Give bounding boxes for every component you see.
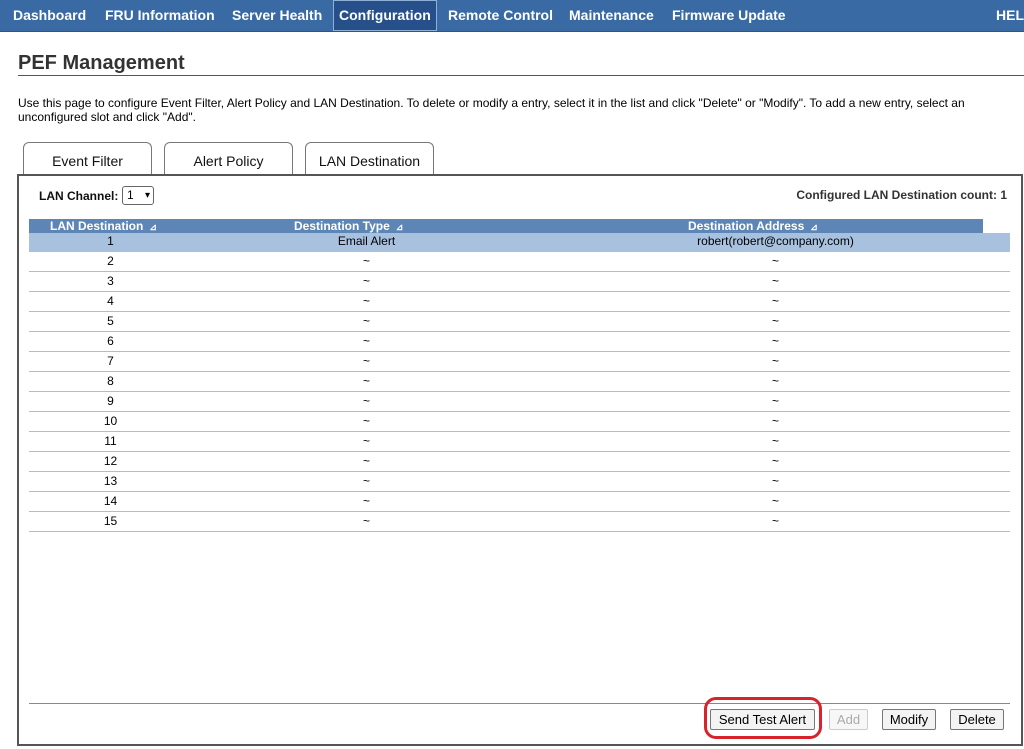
tab-event-filter[interactable]: Event Filter (23, 142, 152, 174)
cell-destination-type: ~ (362, 454, 370, 468)
chevron-down-icon: ▾ (144, 190, 150, 201)
delete-button[interactable]: Delete (950, 709, 1004, 730)
table-row[interactable]: 1 Email Alert robert(robert@company.com) (29, 233, 1010, 252)
cell-lan-destination: 7 (107, 354, 114, 368)
cell-destination-address: ~ (771, 454, 779, 468)
column-header-label: Destination Address (688, 219, 805, 233)
table-row[interactable]: 8 ~ ~ (29, 372, 1010, 392)
cell-destination-address: ~ (771, 514, 779, 528)
cell-destination-type: Email Alert (337, 234, 396, 248)
cell-lan-destination: 2 (107, 254, 114, 268)
cell-destination-type: ~ (362, 414, 370, 428)
cell-destination-type: ~ (362, 514, 370, 528)
table-row[interactable]: 7 ~ ~ (29, 352, 1010, 372)
cell-lan-destination: 15 (103, 514, 118, 528)
tab-alert-policy[interactable]: Alert Policy (164, 142, 293, 174)
cell-lan-destination: 13 (103, 474, 118, 488)
table-row[interactable]: 14 ~ ~ (29, 492, 1010, 512)
column-header-lan-destination[interactable]: LAN Destination ⊿ (50, 219, 157, 233)
nav-maintenance[interactable]: Maintenance (569, 0, 654, 31)
cell-destination-address: ~ (771, 414, 779, 428)
column-header-destination-address[interactable]: Destination Address ⊿ (688, 219, 818, 233)
table-row[interactable]: 13 ~ ~ (29, 472, 1010, 492)
cell-destination-address: ~ (771, 314, 779, 328)
cell-destination-type: ~ (362, 354, 370, 368)
cell-destination-type: ~ (362, 274, 370, 288)
cell-destination-type: ~ (362, 494, 370, 508)
cell-lan-destination: 9 (107, 394, 114, 408)
lan-channel-select[interactable]: 1 ▾ (122, 186, 154, 205)
cell-destination-address: ~ (771, 294, 779, 308)
cell-destination-address: robert(robert@company.com) (697, 234, 854, 248)
table-row[interactable]: 15 ~ ~ (29, 512, 1010, 532)
cell-destination-type: ~ (362, 294, 370, 308)
table-row[interactable]: 5 ~ ~ (29, 312, 1010, 332)
table-row[interactable]: 6 ~ ~ (29, 332, 1010, 352)
cell-destination-address: ~ (771, 434, 779, 448)
cell-lan-destination: 4 (107, 294, 114, 308)
cell-lan-destination: 14 (103, 494, 118, 508)
cell-lan-destination: 12 (103, 454, 118, 468)
cell-lan-destination: 1 (107, 234, 114, 248)
cell-lan-destination: 3 (107, 274, 114, 288)
cell-lan-destination: 11 (104, 434, 117, 448)
cell-destination-address: ~ (771, 254, 779, 268)
cell-lan-destination: 8 (107, 374, 114, 388)
cell-destination-address: ~ (771, 374, 779, 388)
page-title: PEF Management (18, 52, 185, 74)
column-header-label: Destination Type (294, 219, 390, 233)
table-row[interactable]: 3 ~ ~ (29, 272, 1010, 292)
table-row[interactable]: 11 ~ ~ (29, 432, 1010, 452)
cell-destination-type: ~ (362, 314, 370, 328)
nav-server-health[interactable]: Server Health (232, 0, 322, 31)
cell-destination-type: ~ (362, 334, 370, 348)
configured-count: Configured LAN Destination count: 1 (796, 188, 1007, 202)
cell-destination-type: ~ (362, 434, 370, 448)
cell-destination-address: ~ (771, 474, 779, 488)
modify-button[interactable]: Modify (882, 709, 936, 730)
table-row[interactable]: 4 ~ ~ (29, 292, 1010, 312)
cell-destination-type: ~ (362, 374, 370, 388)
sort-icon: ⊿ (810, 222, 818, 232)
title-divider (18, 75, 1024, 76)
column-header-label: LAN Destination (50, 219, 144, 233)
cell-destination-address: ~ (771, 394, 779, 408)
cell-destination-address: ~ (771, 274, 779, 288)
table-header: LAN Destination ⊿ Destination Type ⊿ Desti… (29, 219, 983, 233)
table-row[interactable]: 9 ~ ~ (29, 392, 1010, 412)
cell-lan-destination: 10 (103, 414, 118, 428)
sort-icon: ⊿ (395, 222, 404, 232)
nav-remote-control[interactable]: Remote Control (448, 0, 553, 31)
nav-dashboard[interactable]: Dashboard (13, 0, 86, 31)
cell-destination-address: ~ (771, 334, 779, 348)
nav-firmware-update[interactable]: Firmware Update (672, 0, 786, 31)
nav-help[interactable]: HEL (996, 0, 1024, 31)
column-header-destination-type[interactable]: Destination Type ⊿ (294, 219, 403, 233)
nav-configuration[interactable]: Configuration (333, 0, 437, 31)
nav-fru-information[interactable]: FRU Information (105, 0, 215, 31)
bottom-divider (29, 703, 1010, 704)
tab-lan-destination[interactable]: LAN Destination (305, 142, 434, 176)
table-row[interactable]: 12 ~ ~ (29, 452, 1010, 472)
lan-channel-label: LAN Channel: (39, 189, 119, 203)
page-description: Use this page to configure Event Filter,… (18, 96, 965, 124)
top-nav-bar: Dashboard FRU Information Server Health … (0, 0, 1024, 32)
add-button[interactable]: Add (829, 709, 868, 730)
cell-lan-destination: 5 (107, 314, 114, 328)
table-row[interactable]: 2 ~ ~ (29, 252, 1010, 272)
cell-destination-type: ~ (362, 474, 370, 488)
cell-destination-address: ~ (771, 354, 779, 368)
cell-destination-type: ~ (362, 254, 370, 268)
table-body: 1 Email Alert robert(robert@company.com) 2 ~… (29, 233, 1010, 532)
cell-destination-type: ~ (362, 394, 370, 408)
cell-lan-destination: 6 (107, 334, 114, 348)
send-test-alert-button[interactable]: Send Test Alert (710, 709, 815, 730)
sort-icon: ⊿ (149, 222, 157, 232)
table-row[interactable]: 10 ~ ~ (29, 412, 1010, 432)
lan-channel-value: 1 (127, 188, 134, 202)
cell-destination-address: ~ (771, 494, 779, 508)
